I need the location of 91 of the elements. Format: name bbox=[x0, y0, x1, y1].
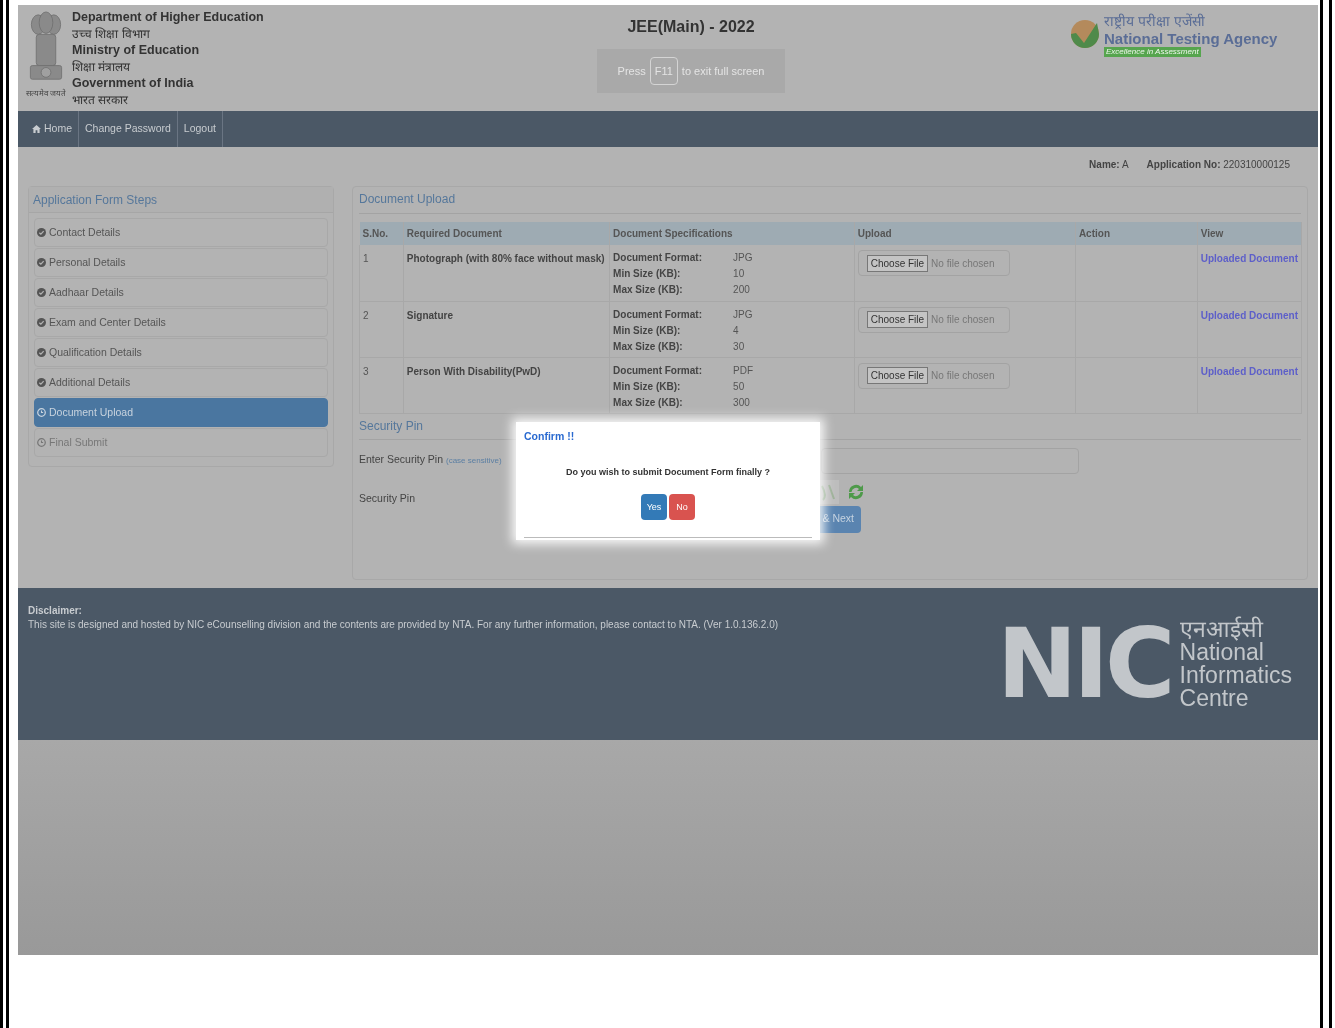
choose-file-button[interactable]: Choose File bbox=[866, 254, 929, 272]
file-status: No file chosen bbox=[931, 256, 995, 271]
section-title: Security Pin bbox=[359, 417, 424, 435]
file-input[interactable]: Choose File No file chosen bbox=[857, 250, 1010, 276]
spec-value: 200 bbox=[733, 283, 751, 297]
column-header: View bbox=[1197, 222, 1302, 245]
uploaded-document-link[interactable]: Uploaded Document bbox=[1200, 309, 1298, 321]
column-header: Required Document bbox=[403, 222, 610, 245]
choose-file-button[interactable]: Choose File bbox=[866, 367, 929, 384]
spec-label: Min Size (KB): bbox=[613, 379, 682, 394]
table-cell: Photograph (with 80% face without mask) bbox=[403, 245, 610, 301]
table-cell: 3 bbox=[359, 357, 404, 413]
agency-hindi-name: राष्ट्रीय परीक्षा एजेंसी bbox=[1104, 13, 1206, 30]
home-icon bbox=[32, 125, 41, 133]
spec-value: 300 bbox=[733, 395, 751, 410]
uploaded-document-link[interactable]: Uploaded Document bbox=[1200, 253, 1298, 264]
step-item[interactable]: Exam and Center Details bbox=[34, 308, 328, 337]
field-label: Enter Security Pin (case sensitive) bbox=[359, 451, 503, 467]
disclaimer-text: This site is designed and hosted by NIC eCounselling division and the contents are provided by NTA. For any further information, please contact to NTA. (Ver 1.0.136.2.0) bbox=[28, 618, 779, 632]
spec-value: 10 bbox=[733, 267, 746, 281]
spec-label: Min Size (KB): bbox=[613, 323, 682, 338]
check-circle-icon bbox=[37, 258, 46, 267]
spec-value: 30 bbox=[733, 339, 746, 354]
check-circle-icon bbox=[37, 318, 46, 327]
agency-name: National Testing Agency bbox=[1104, 30, 1278, 47]
panel-title: Application Form Steps bbox=[33, 191, 158, 209]
section-title: Document Upload bbox=[359, 191, 456, 208]
nic-hindi-name: एनआईसी bbox=[1179, 618, 1265, 641]
check-circle-icon bbox=[37, 288, 46, 297]
no-button[interactable]: No bbox=[669, 494, 695, 521]
spec-label: Document Format: bbox=[613, 307, 703, 322]
table-cell: Person With Disability(PwD) bbox=[403, 357, 610, 413]
yes-button[interactable]: Yes bbox=[641, 494, 667, 521]
disclaimer-title: Disclaimer: bbox=[28, 604, 83, 618]
nic-name-line: Centre bbox=[1179, 687, 1250, 710]
nic-name-line: Informatics bbox=[1179, 664, 1292, 687]
dialog-message: Do you wish to submit Document Form finally ? bbox=[565, 465, 771, 479]
step-item[interactable]: Document Upload bbox=[34, 398, 328, 427]
nic-logo: NIC bbox=[997, 619, 1172, 709]
user-name: Name: A bbox=[1089, 158, 1129, 172]
check-circle-icon bbox=[37, 348, 46, 357]
department-text: शिक्षा मंत्रालय bbox=[72, 58, 132, 75]
department-text: Government of India bbox=[72, 75, 195, 92]
table-cell: Signature bbox=[403, 301, 610, 357]
spec-label: Document Format: bbox=[613, 363, 703, 378]
spec-value: JPG bbox=[733, 251, 754, 265]
department-text: भारत सरकार bbox=[72, 91, 130, 108]
step-item[interactable]: Final Submit bbox=[34, 428, 328, 457]
clock-icon bbox=[37, 408, 46, 417]
spec-value: PDF bbox=[733, 363, 755, 378]
clock-icon bbox=[37, 438, 46, 447]
security-pin-input[interactable] bbox=[821, 447, 1079, 474]
department-text: Ministry of Education bbox=[72, 42, 201, 59]
file-status: No file chosen bbox=[931, 313, 995, 327]
column-header: Upload bbox=[854, 222, 1076, 245]
application-number: Application No: 220310000125 bbox=[1146, 158, 1290, 172]
spec-label: Max Size (KB): bbox=[613, 395, 684, 410]
file-input[interactable]: Choose File No file chosen bbox=[857, 306, 1010, 333]
check-circle-icon bbox=[37, 228, 46, 237]
spec-label: Max Size (KB): bbox=[613, 283, 684, 297]
exam-title: JEE(Main) - 2022 bbox=[627, 17, 755, 37]
nic-name-line: National bbox=[1179, 641, 1265, 664]
choose-file-button[interactable]: Choose File bbox=[866, 311, 929, 328]
spec-label: Min Size (KB): bbox=[613, 267, 682, 281]
spec-value: JPG bbox=[733, 307, 754, 322]
column-header: Action bbox=[1075, 222, 1198, 245]
spec-label: Document Format: bbox=[613, 251, 703, 265]
dialog-title: Confirm !! bbox=[524, 429, 576, 444]
checkmark-logo-icon bbox=[1070, 17, 1100, 51]
step-item[interactable]: Personal Details bbox=[34, 248, 328, 277]
column-header: Document Specifications bbox=[609, 222, 855, 245]
department-text: उच्च शिक्षा विभाग bbox=[72, 25, 151, 42]
uploaded-document-link[interactable]: Uploaded Document bbox=[1200, 365, 1298, 377]
spec-value: 4 bbox=[733, 323, 740, 338]
table-cell: 1 bbox=[359, 245, 404, 301]
key-label: F11 bbox=[649, 56, 678, 86]
step-item[interactable]: Aadhaar Details bbox=[34, 278, 328, 307]
check-circle-icon bbox=[37, 378, 46, 387]
department-text: Department of Higher Education bbox=[72, 9, 265, 26]
step-item[interactable]: Contact Details bbox=[34, 218, 328, 247]
emblem-caption: सत्यमेव जयते bbox=[26, 89, 67, 99]
step-item[interactable]: Additional Details bbox=[34, 368, 328, 397]
notice-text: Press bbox=[617, 63, 646, 79]
spec-label: Max Size (KB): bbox=[613, 339, 684, 354]
column-header: S.No. bbox=[359, 222, 404, 245]
spec-value: 50 bbox=[733, 379, 746, 394]
file-status: No file chosen bbox=[931, 369, 995, 383]
step-item[interactable]: Qualification Details bbox=[34, 338, 328, 367]
file-input[interactable]: Choose File No file chosen bbox=[857, 362, 1010, 389]
table-cell: 2 bbox=[359, 301, 404, 357]
agency-tagline: Excellence in Assessment bbox=[1104, 47, 1201, 57]
